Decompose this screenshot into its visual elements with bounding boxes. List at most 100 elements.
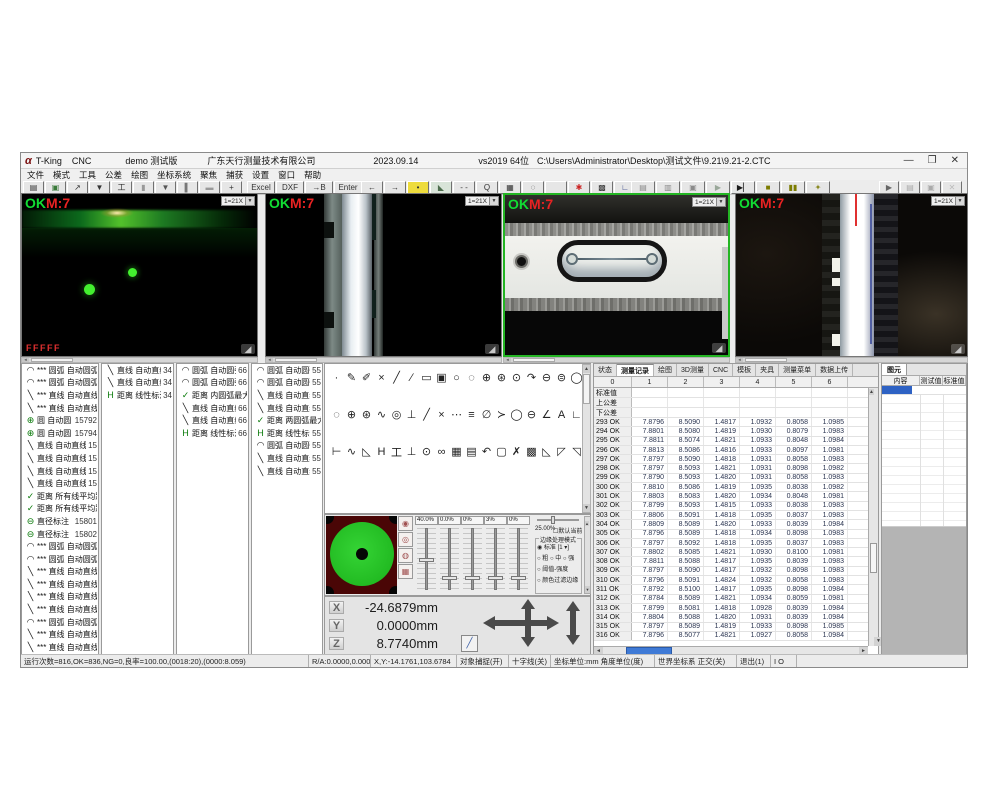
- slider-thumb[interactable]: [488, 576, 503, 580]
- camera-view-2[interactable]: OKM:7 1=21X▼ ◢: [265, 193, 502, 357]
- tool-icon[interactable]: ◎: [389, 407, 404, 422]
- light-slider[interactable]: 0.0%: [438, 516, 461, 596]
- light-slider[interactable]: 0%: [461, 516, 484, 596]
- table-row[interactable]: 304 OK7.88098.50891.48201.09330.80391.09…: [594, 520, 868, 529]
- table-row[interactable]: 293 OK7.87968.50901.48171.09320.80581.09…: [594, 418, 868, 427]
- tool-icon[interactable]: ↷: [524, 370, 539, 385]
- feature-row[interactable]: ╲直线 自动直线55: [252, 452, 322, 465]
- resize-grip-icon[interactable]: ◢: [241, 344, 255, 354]
- light-mode-button[interactable]: ▦: [398, 564, 413, 579]
- tool-icon[interactable]: ⊥: [404, 444, 419, 459]
- tab-table[interactable]: 绘图: [654, 364, 677, 376]
- tool-icon[interactable]: ▤: [464, 444, 479, 459]
- feature-row[interactable]: ╲直线 自动直线15: [22, 477, 98, 490]
- feature-row[interactable]: ╲*** 直线 自动直线: [22, 641, 98, 654]
- tool-icon[interactable]: ╱: [389, 370, 404, 385]
- table-row[interactable]: 302 OK7.87998.50931.48151.09330.80381.09…: [594, 502, 868, 511]
- table-row[interactable]: 295 OK7.88118.50741.48211.09330.80481.09…: [594, 437, 868, 446]
- edge-mode-option[interactable]: ○ 颜色过滤边缘: [537, 575, 580, 584]
- tool-icon[interactable]: ◸: [554, 444, 569, 459]
- feature-row[interactable]: ⊖直径标注 15802: [22, 528, 98, 541]
- tool-icon[interactable]: ⋯: [449, 407, 464, 422]
- tab-active[interactable]: 测量记录: [617, 364, 654, 376]
- table-row[interactable]: 313 OK7.87998.50811.48181.09280.80391.09…: [594, 604, 868, 613]
- edge-mode-option[interactable]: ○ 粗 ○ 中 ○ 强: [537, 553, 580, 562]
- light-slider[interactable]: 3%: [484, 516, 507, 596]
- tool-icon[interactable]: ○: [449, 370, 464, 385]
- feature-row[interactable]: ✓距离 两圆弧最大距: [252, 414, 322, 427]
- feature-row[interactable]: ◠圆弧 自动圆弧55: [252, 440, 322, 453]
- feature-row[interactable]: ╲直线 自动直线55: [252, 465, 322, 478]
- menu-item[interactable]: 工具: [79, 169, 96, 181]
- slider-thumb[interactable]: [511, 576, 526, 580]
- edge-mode-option[interactable]: ○ 阈值-强度: [537, 564, 580, 573]
- tool-icon[interactable]: Η: [374, 444, 389, 459]
- tab-table[interactable]: 测量菜单: [779, 364, 816, 376]
- tool-icon[interactable]: ∅: [479, 407, 494, 422]
- camera-2-zoom-select[interactable]: 1=21X▼: [465, 196, 499, 206]
- tab-table[interactable]: 模板: [733, 364, 756, 376]
- table-row[interactable]: 303 OK7.88068.50911.48181.09350.80371.09…: [594, 511, 868, 520]
- menu-item[interactable]: 设置: [252, 169, 269, 181]
- tool-icon[interactable]: ≻: [494, 407, 509, 422]
- feature-row[interactable]: ◠圆弧 自动圆弧66: [177, 377, 248, 390]
- feature-row[interactable]: ╲*** 直线 自动直线: [22, 628, 98, 641]
- tool-icon[interactable]: ≡: [464, 407, 479, 422]
- tool-icon[interactable]: ⊢: [329, 444, 344, 459]
- tool-icon[interactable]: ▩: [524, 444, 539, 459]
- resize-grip-icon[interactable]: ◢: [712, 343, 726, 353]
- feature-row[interactable]: ◠*** 圆弧 自动圆弧: [22, 377, 98, 390]
- feature-row[interactable]: ╲直线 自动直线34: [102, 364, 173, 377]
- feature-row[interactable]: ╲*** 直线 自动直线: [22, 603, 98, 616]
- table-vertical-scrollbar[interactable]: ▲▼: [868, 388, 878, 646]
- table-row[interactable]: 310 OK7.87968.50911.48241.09320.80581.09…: [594, 576, 868, 585]
- resize-grip-icon[interactable]: ◢: [951, 344, 965, 354]
- menu-item[interactable]: 帮助: [304, 169, 321, 181]
- table-row[interactable]: 301 OK7.88038.50831.48201.09340.80481.09…: [594, 492, 868, 501]
- chevron-down-icon[interactable]: ▼: [717, 197, 726, 207]
- tool-icon[interactable]: ▢: [494, 444, 509, 459]
- tool-icon[interactable]: ∞: [434, 444, 449, 459]
- tool-icon[interactable]: ↶: [479, 444, 494, 459]
- ring-light-preview[interactable]: [326, 516, 397, 594]
- tool-icon[interactable]: ⊕: [479, 370, 494, 385]
- table-row[interactable]: 296 OK7.88138.50861.48161.09330.80971.09…: [594, 446, 868, 455]
- tool-icon[interactable]: ◺: [359, 444, 374, 459]
- feature-row[interactable]: H距离 线性标注34: [102, 389, 173, 402]
- feature-row[interactable]: ◠圆弧 自动圆弧55: [252, 364, 322, 377]
- slider-thumb[interactable]: [442, 576, 457, 580]
- tab-element[interactable]: 图元: [882, 364, 907, 375]
- feature-row[interactable]: ╲*** 直线 自动直线: [22, 566, 98, 579]
- table-row[interactable]: 311 OK7.87928.51001.48171.09350.80981.09…: [594, 585, 868, 594]
- tool-icon[interactable]: ◌: [329, 407, 344, 422]
- camera-3-vertical-scrollbar[interactable]: [722, 247, 728, 339]
- options-scrollbar[interactable]: ▲▼: [584, 516, 591, 594]
- tab-table[interactable]: 夹具: [756, 364, 779, 376]
- table-row[interactable]: 307 OK7.88028.50851.48211.09300.81001.09…: [594, 548, 868, 557]
- feature-row[interactable]: ╲*** 直线 自动直线: [22, 591, 98, 604]
- feature-row[interactable]: ╲*** 直线 自动直线: [22, 389, 98, 402]
- tool-icon[interactable]: ⊙: [509, 370, 524, 385]
- menu-item[interactable]: 聚焦: [200, 169, 217, 181]
- tool-icon[interactable]: ▦: [449, 444, 464, 459]
- close-button[interactable]: ✕: [951, 155, 959, 166]
- feature-row[interactable]: ╲直线 自动直线15: [22, 452, 98, 465]
- feature-row[interactable]: ╲直线 自动直线55: [252, 389, 322, 402]
- feature-row[interactable]: H距离 线性标注55: [252, 427, 322, 440]
- tool-icon[interactable]: ∿: [344, 444, 359, 459]
- table-row[interactable]: 300 OK7.88108.50861.48191.09350.80381.09…: [594, 483, 868, 492]
- feature-row[interactable]: ╲直线 自动直线34: [102, 377, 173, 390]
- tool-icon[interactable]: ⊖: [524, 407, 539, 422]
- feature-row[interactable]: ╲直线 自动直线66: [177, 402, 248, 415]
- table-row[interactable]: 312 OK7.87848.50891.48211.09340.80591.09…: [594, 595, 868, 604]
- feature-row[interactable]: ✓距离 所有线平均距离: [22, 503, 98, 516]
- tool-icon[interactable]: ✎: [344, 370, 359, 385]
- menu-item[interactable]: 捕获: [226, 169, 243, 181]
- light-mode-button[interactable]: ◍: [398, 548, 413, 563]
- light-mode-button[interactable]: ◎: [398, 532, 413, 547]
- tool-icon[interactable]: ∕: [404, 370, 419, 385]
- resize-grip-icon[interactable]: ◢: [485, 344, 499, 354]
- maximize-button[interactable]: ❐: [928, 155, 937, 166]
- table-row[interactable]: 298 OK7.87978.50931.48211.09310.80981.09…: [594, 464, 868, 473]
- tool-icon[interactable]: ⊙: [419, 444, 434, 459]
